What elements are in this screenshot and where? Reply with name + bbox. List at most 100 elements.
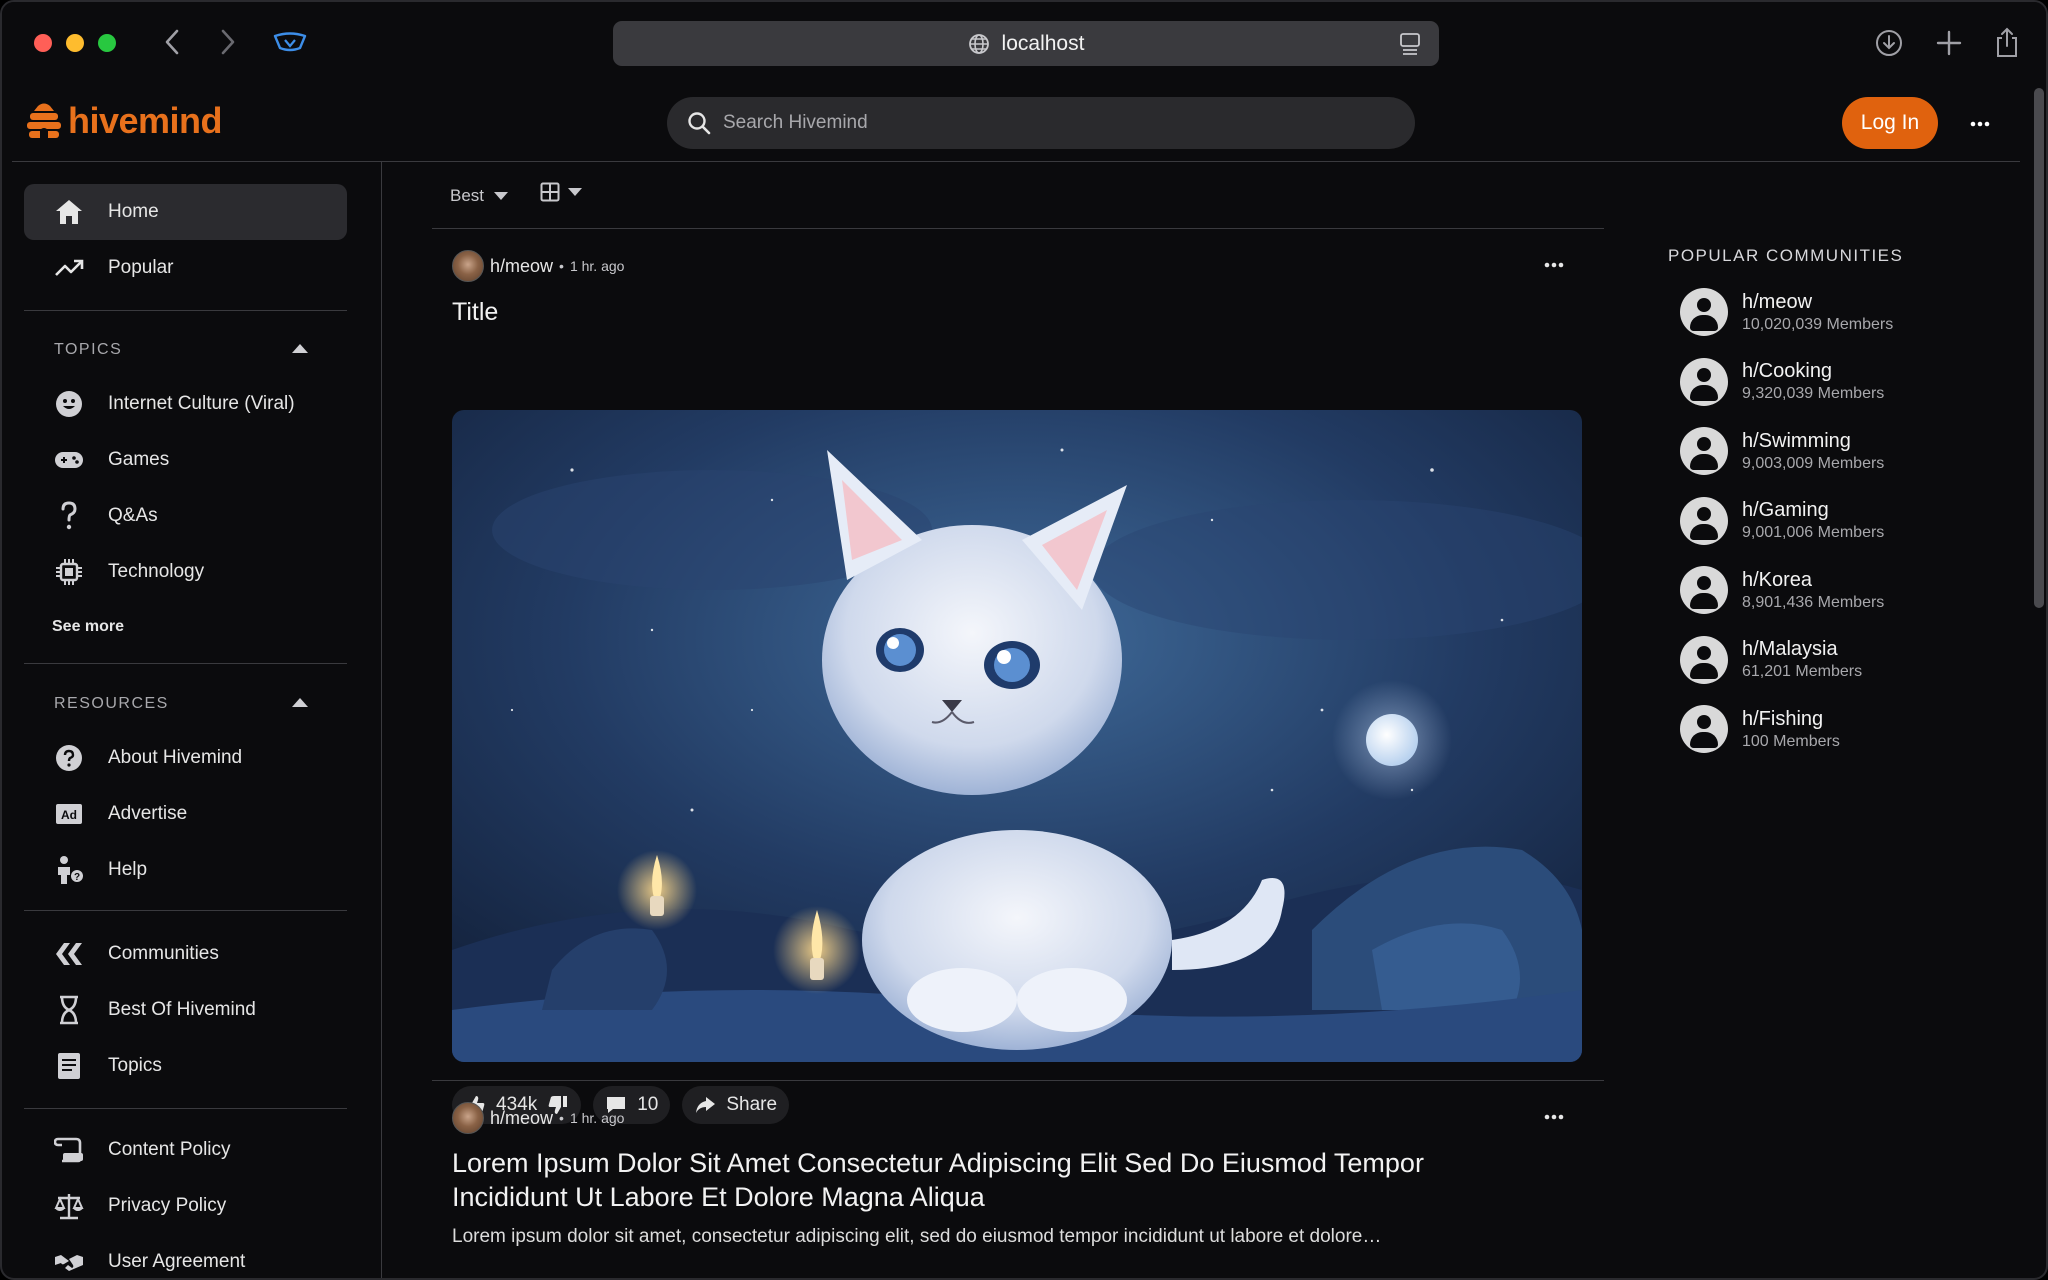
reader-mode-icon[interactable]	[1399, 32, 1421, 56]
ad-icon: Ad	[54, 799, 84, 829]
sidebar-item-communities[interactable]: Communities	[24, 926, 347, 982]
post-card[interactable]: h/meow • 1 hr. ago Lorem Ipsum Dolor Sit…	[432, 1080, 1604, 1278]
sidebar-item-help[interactable]: ? Help	[24, 842, 347, 898]
sidebar-item-games[interactable]: Games	[24, 432, 347, 488]
community-avatar-icon	[1680, 496, 1728, 545]
community-members: 100 Members	[1742, 732, 1840, 750]
community-avatar-icon	[1680, 635, 1728, 684]
sidebar-item-content-policy[interactable]: Content Policy	[24, 1122, 347, 1178]
sidebar-item-label: Games	[108, 449, 170, 470]
more-options-button[interactable]	[1962, 106, 1998, 142]
forward-button[interactable]	[210, 24, 246, 60]
sidebar-item-technology[interactable]: Technology	[24, 544, 347, 600]
community-item[interactable]: h/Fishing 100 Members	[1680, 699, 2000, 759]
privacy-shield-icon	[273, 32, 307, 52]
community-members: 9,320,039 Members	[1742, 385, 1885, 402]
meta-separator: •	[559, 1110, 564, 1126]
page-scrollbar[interactable]	[2032, 86, 2046, 1278]
sidebar-divider	[24, 1108, 347, 1109]
globe-icon	[968, 33, 989, 54]
svg-text:Ad: Ad	[61, 808, 77, 822]
sidebar-item-privacy-policy[interactable]: Privacy Policy	[24, 1178, 347, 1234]
svg-text:?: ?	[74, 872, 80, 883]
community-avatar-icon	[1680, 427, 1728, 475]
community-members: 10,020,039 Members	[1742, 315, 1894, 333]
post-options-button[interactable]	[1544, 1100, 1564, 1126]
community-members: 61,201 Members	[1742, 663, 1863, 680]
sidebar-item-label: Topics	[108, 1055, 162, 1076]
post-title[interactable]: Title	[452, 298, 498, 327]
community-item[interactable]: h/Swimming 9,003,009 Members	[1680, 421, 2000, 481]
community-item[interactable]: h/meow 10,020,039 Members	[1680, 282, 2000, 342]
sidebar-item-best-of[interactable]: Best Of Hivemind	[24, 982, 347, 1038]
see-more-link[interactable]: See more	[52, 618, 124, 636]
post-community-link[interactable]: h/meow	[490, 256, 553, 277]
community-avatar-icon	[1680, 357, 1728, 406]
community-avatar[interactable]	[452, 250, 484, 282]
community-members: 9,001,006 Members	[1742, 524, 1885, 541]
logo-text: hivemind	[68, 100, 223, 141]
sidebar-item-qas[interactable]: Q&As	[24, 488, 347, 544]
downloads-button[interactable]	[1870, 24, 1908, 62]
shields-button[interactable]	[272, 24, 308, 60]
collapse-topics-caret[interactable]	[292, 344, 308, 353]
community-name: h/Swimming	[1742, 429, 1851, 452]
person-help-icon: ?	[54, 855, 84, 885]
share-page-button[interactable]	[1988, 24, 2026, 62]
beehive-icon	[27, 103, 61, 138]
scroll-icon	[54, 1135, 84, 1165]
community-info: h/meow 10,020,039 Members	[1742, 291, 1893, 334]
chevron-right-icon	[221, 29, 235, 55]
collapse-resources-caret[interactable]	[292, 698, 308, 707]
sidebar-item-label: Advertise	[108, 803, 188, 824]
sidebar-item-popular[interactable]: Popular	[24, 240, 347, 296]
browser-window: localhost hivemind Log I	[0, 0, 2048, 1280]
sidebar-item-internet-culture[interactable]: Internet Culture (Viral)	[24, 376, 347, 432]
fullscreen-window-button[interactable]	[98, 34, 116, 52]
community-avatar-icon	[1680, 566, 1728, 614]
community-info: h/Gaming 9,001,006 Members	[1742, 499, 1884, 542]
sort-dropdown[interactable]: Best	[450, 186, 509, 206]
community-avatar[interactable]	[452, 1102, 484, 1134]
back-button[interactable]	[154, 24, 190, 60]
community-item[interactable]: h/Cooking 9,320,039 Members	[1680, 352, 2000, 412]
gamepad-icon	[54, 445, 84, 475]
post-image-kitten[interactable]	[452, 410, 1582, 1062]
community-name: h/Malaysia	[1742, 638, 1838, 660]
community-name: h/meow	[1742, 290, 1813, 313]
post-community-link[interactable]: h/meow	[490, 1108, 553, 1129]
community-item[interactable]: h/Korea 8,901,436 Members	[1680, 560, 2000, 620]
new-tab-button[interactable]	[1930, 24, 1968, 62]
sort-label: Best	[450, 186, 485, 205]
app-header: hivemind Log In	[2, 86, 2046, 162]
sidebar-divider	[24, 910, 347, 911]
community-info: h/Swimming 9,003,009 Members	[1742, 430, 1884, 473]
sidebar-item-about[interactable]: About Hivemind	[24, 730, 347, 786]
scrollbar-thumb[interactable]	[2034, 88, 2044, 608]
login-button[interactable]: Log In	[1842, 97, 1938, 149]
community-item[interactable]: h/Gaming 9,001,006 Members	[1680, 491, 2000, 551]
minimize-window-button[interactable]	[66, 34, 84, 52]
close-window-button[interactable]	[34, 34, 52, 52]
community-avatar-icon	[1680, 288, 1728, 336]
post-card[interactable]: h/meow • 1 hr. ago Title 434k 10 Share	[432, 228, 1604, 1142]
sidebar-item-topics[interactable]: Topics	[24, 1038, 347, 1094]
grid-view-icon	[540, 182, 560, 202]
address-bar[interactable]: localhost	[613, 21, 1439, 66]
search-bar[interactable]	[667, 97, 1415, 149]
popular-communities-title: POPULAR COMMUNITIES	[1668, 246, 1904, 265]
hivemind-logo[interactable]: hivemind	[24, 100, 223, 142]
handshake-icon	[54, 1247, 84, 1277]
sidebar-item-advertise[interactable]: Ad Advertise	[24, 786, 347, 842]
community-name: h/Fishing	[1742, 707, 1824, 730]
smiley-icon	[54, 389, 84, 419]
community-members: 9,003,009 Members	[1742, 454, 1885, 472]
view-layout-dropdown[interactable]	[540, 182, 582, 202]
post-options-button[interactable]	[1544, 248, 1564, 274]
sidebar-item-user-agreement[interactable]: User Agreement	[24, 1234, 347, 1278]
community-item[interactable]: h/Malaysia 61,201 Members	[1680, 630, 2000, 690]
sidebar-item-home[interactable]: Home	[24, 184, 347, 240]
post-title[interactable]: Lorem Ipsum Dolor Sit Amet Consectetur A…	[452, 1146, 1452, 1214]
post-excerpt: Lorem ipsum dolor sit amet, consectetur …	[452, 1226, 1382, 1247]
search-input[interactable]	[723, 112, 1363, 134]
